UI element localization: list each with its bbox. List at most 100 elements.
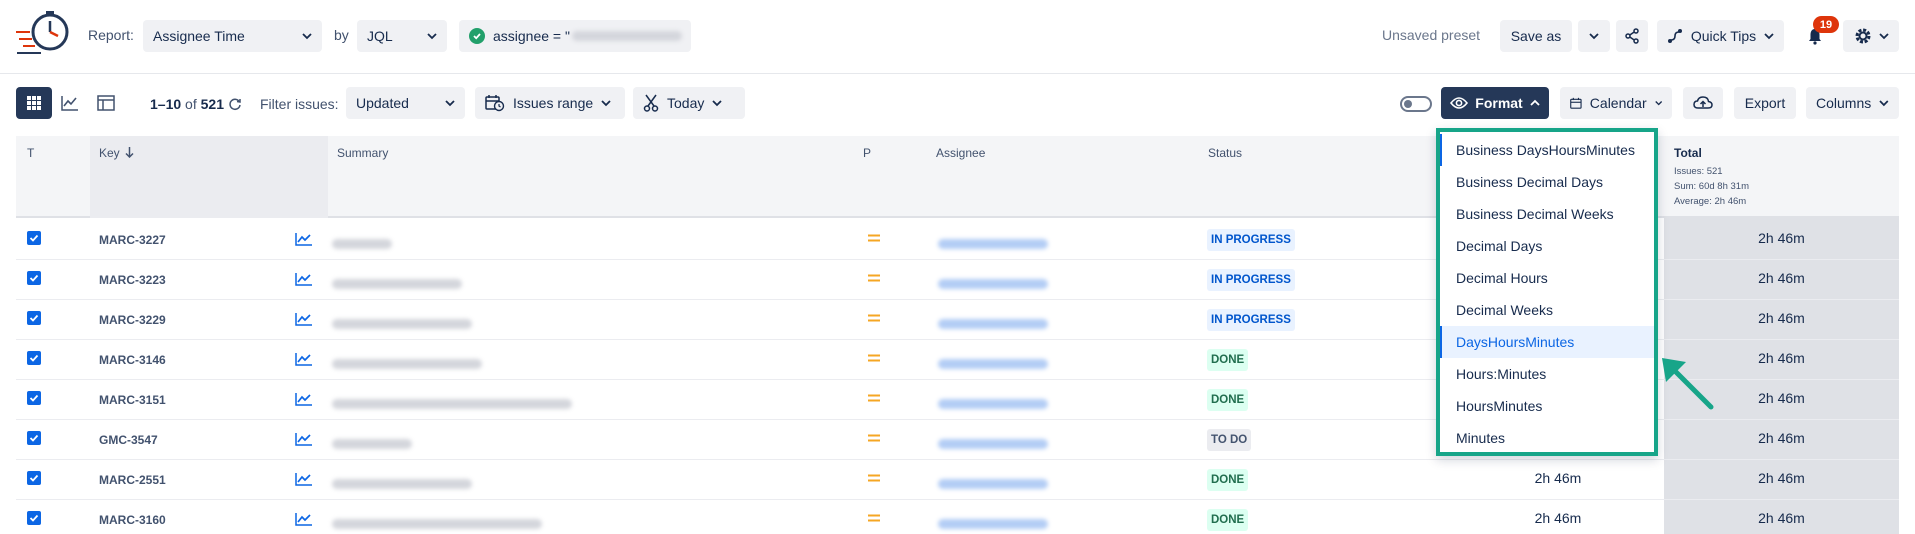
assignee-link[interactable]	[938, 395, 1048, 411]
format-button[interactable]: Format	[1441, 87, 1549, 119]
assignee-link[interactable]	[938, 515, 1048, 531]
assignee-link[interactable]	[938, 315, 1048, 331]
trend-chart-icon[interactable]	[295, 392, 313, 406]
export-button[interactable]: Export	[1734, 87, 1796, 119]
row-checkbox[interactable]	[27, 511, 41, 525]
row-checkbox[interactable]	[27, 231, 41, 245]
pointer-arrow-icon	[1662, 358, 1714, 410]
format-option-label: Decimal Hours	[1456, 270, 1548, 286]
header-priority[interactable]: P	[863, 146, 871, 160]
app-logo-icon[interactable]	[14, 10, 74, 60]
format-option[interactable]: HoursMinutes	[1440, 390, 1654, 422]
settings-button[interactable]	[1843, 20, 1899, 52]
issue-summary[interactable]	[332, 475, 472, 491]
issue-key-link[interactable]: MARC-3227	[99, 233, 166, 247]
save-as-button[interactable]: Save as	[1500, 20, 1572, 52]
layout-view-button[interactable]	[88, 87, 124, 119]
issue-summary[interactable]	[332, 315, 472, 331]
row-checkbox[interactable]	[27, 271, 41, 285]
assignee-link[interactable]	[938, 275, 1048, 291]
range-start: 1–10	[150, 96, 182, 112]
format-option[interactable]: DaysHoursMinutes	[1440, 326, 1654, 358]
table-row[interactable]: MARC-2551 DONE 2h 46m 2h 46m	[16, 460, 1899, 500]
calendar-button[interactable]: Calendar	[1560, 87, 1672, 119]
issue-summary[interactable]	[332, 235, 392, 251]
share-button[interactable]	[1616, 20, 1648, 52]
header-key-label: Key	[99, 146, 120, 160]
chevron-down-icon	[1879, 100, 1889, 107]
row-checkbox[interactable]	[27, 311, 41, 325]
header-key[interactable]: Key	[99, 146, 134, 160]
layout-icon	[97, 95, 115, 111]
trend-chart-icon[interactable]	[295, 232, 313, 246]
issue-summary[interactable]	[332, 275, 462, 291]
format-option[interactable]: Decimal Days	[1440, 230, 1654, 262]
assignee-link[interactable]	[938, 475, 1048, 491]
header-total[interactable]: Total	[1674, 146, 1702, 160]
format-option[interactable]: Minutes	[1440, 422, 1654, 454]
format-option[interactable]: Business Decimal Weeks	[1440, 198, 1654, 230]
chart-view-button[interactable]	[52, 87, 88, 119]
trend-chart-icon[interactable]	[295, 512, 313, 526]
trend-chart-icon[interactable]	[295, 272, 313, 286]
status-badge: DONE	[1207, 509, 1249, 531]
trend-chart-icon[interactable]	[295, 472, 313, 486]
columns-label: Columns	[1816, 95, 1872, 111]
row-checkbox[interactable]	[27, 391, 41, 405]
format-option[interactable]: Decimal Hours	[1440, 262, 1654, 294]
table-row[interactable]: MARC-3160 DONE 2h 46m 2h 46m	[16, 500, 1899, 534]
format-option-label: DaysHoursMinutes	[1456, 334, 1575, 350]
row-checkbox[interactable]	[27, 471, 41, 485]
by-label: by	[334, 27, 349, 43]
format-option[interactable]: Hours:Minutes	[1440, 358, 1654, 390]
trend-chart-icon[interactable]	[295, 352, 313, 366]
by-select[interactable]: JQL	[357, 20, 447, 52]
header-assignee[interactable]: Assignee	[936, 146, 985, 160]
trend-chart-icon[interactable]	[295, 312, 313, 326]
grid-view-button[interactable]	[16, 87, 52, 119]
by-select-value: JQL	[367, 28, 393, 44]
today-button[interactable]: Today	[633, 87, 745, 119]
time-value: 2h 46m	[1534, 510, 1582, 526]
refresh-icon[interactable]	[228, 97, 242, 111]
header-type[interactable]: T	[27, 146, 34, 160]
assignee-link[interactable]	[938, 355, 1048, 371]
format-option[interactable]: Business DaysHoursMinutes	[1440, 134, 1654, 166]
issue-key-link[interactable]: MARC-3151	[99, 393, 166, 407]
check-icon	[29, 514, 39, 522]
header-status[interactable]: Status	[1208, 146, 1242, 160]
format-option[interactable]: Business Decimal Days	[1440, 166, 1654, 198]
toggle-switch[interactable]	[1400, 96, 1432, 112]
check-icon	[29, 474, 39, 482]
filter-issues-select[interactable]: Updated	[346, 87, 465, 119]
priority-medium-icon	[868, 514, 880, 522]
assignee-link[interactable]	[938, 435, 1048, 451]
jql-query-pill[interactable]: assignee = "	[459, 20, 691, 52]
issue-key-link[interactable]: MARC-3223	[99, 273, 166, 287]
status-badge: IN PROGRESS	[1207, 269, 1295, 291]
issue-summary[interactable]	[332, 435, 412, 451]
today-label: Today	[667, 95, 705, 111]
issues-range-button[interactable]: Issues range	[475, 87, 625, 119]
quick-tips-button[interactable]: Quick Tips	[1657, 20, 1784, 52]
total-time-value: 2h 46m	[1758, 310, 1805, 326]
issue-key-link[interactable]: GMC-3547	[99, 433, 158, 447]
report-select[interactable]: Assignee Time	[143, 20, 322, 52]
issue-summary[interactable]	[332, 515, 542, 531]
row-checkbox[interactable]	[27, 431, 41, 445]
columns-button[interactable]: Columns	[1806, 87, 1899, 119]
issue-summary[interactable]	[332, 355, 482, 371]
format-option[interactable]: Decimal Weeks	[1440, 294, 1654, 326]
issue-key-link[interactable]: MARC-3146	[99, 353, 166, 367]
save-options-button[interactable]	[1578, 20, 1610, 52]
status-badge: IN PROGRESS	[1207, 229, 1295, 251]
issue-key-link[interactable]: MARC-3160	[99, 513, 166, 527]
trend-chart-icon[interactable]	[295, 432, 313, 446]
issue-key-link[interactable]: MARC-3229	[99, 313, 166, 327]
row-checkbox[interactable]	[27, 351, 41, 365]
assignee-link[interactable]	[938, 235, 1048, 251]
issue-summary[interactable]	[332, 395, 572, 411]
header-summary[interactable]: Summary	[337, 146, 388, 160]
issue-key-link[interactable]: MARC-2551	[99, 473, 166, 487]
cloud-upload-button[interactable]	[1683, 87, 1723, 119]
